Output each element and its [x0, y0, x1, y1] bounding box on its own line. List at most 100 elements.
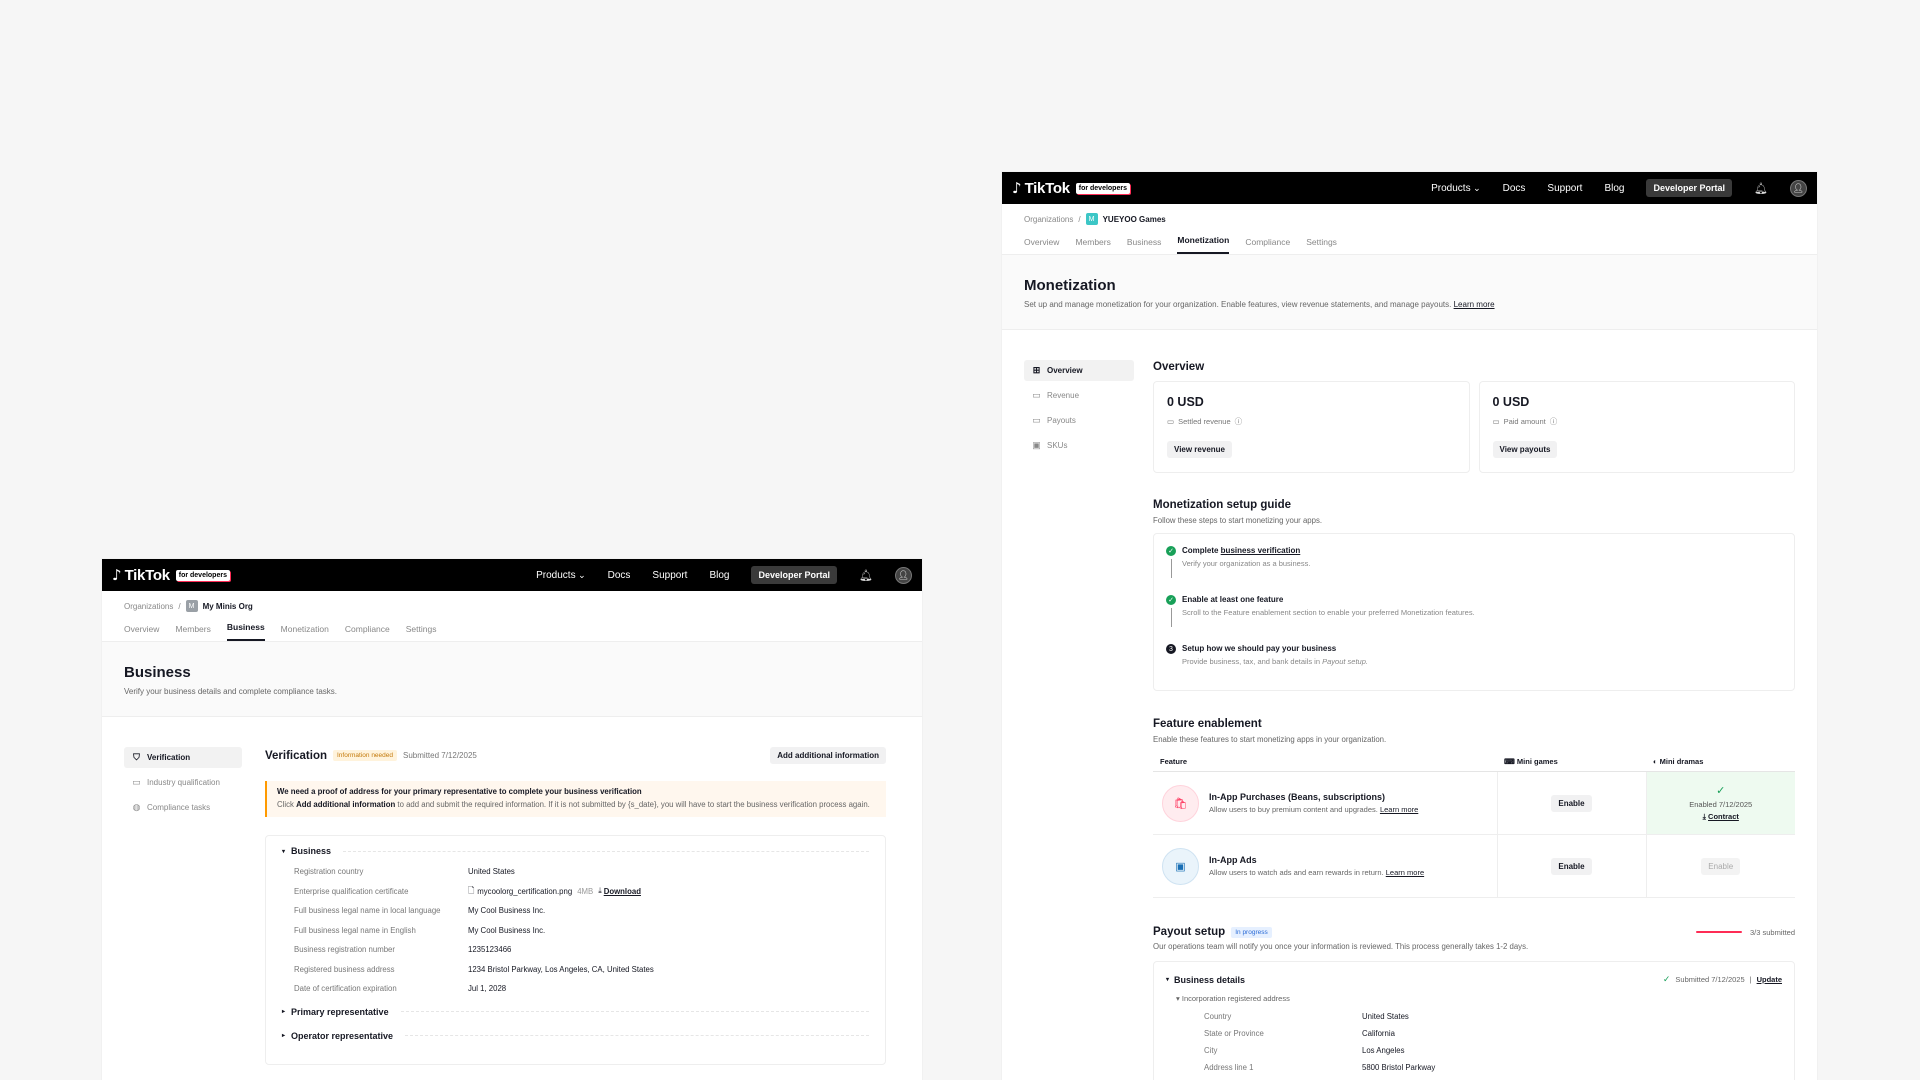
table-row: 🛍︎ In-App Purchases (Beans, subscriptions…	[1153, 771, 1795, 835]
developer-portal-button[interactable]: Developer Portal	[751, 566, 837, 584]
detail-value: United States	[468, 867, 515, 877]
breadcrumb-organizations[interactable]: Organizations	[1024, 215, 1073, 224]
nav-docs[interactable]: Docs	[1503, 183, 1526, 194]
tab-overview[interactable]: Overview	[124, 624, 159, 641]
nav-blog[interactable]: Blog	[709, 570, 729, 581]
download-link[interactable]: Download	[604, 887, 641, 896]
section-operator-representative[interactable]: ▸ Operator representative	[282, 1031, 869, 1041]
tab-members[interactable]: Members	[1075, 237, 1110, 254]
ad-icon: ▣	[1162, 847, 1199, 885]
enable-button[interactable]: Enable	[1551, 794, 1592, 812]
tiktok-logo[interactable]: ♪ TikTok for developers	[112, 566, 230, 584]
nav-support[interactable]: Support	[652, 570, 687, 581]
logo-word: TikTok	[124, 566, 170, 584]
payout-setup-ref: Payout setup.	[1322, 657, 1368, 666]
page-title: Monetization	[1024, 277, 1116, 294]
bell-icon[interactable]: 🔔︎	[1754, 181, 1768, 195]
detail-value: My Cool Business Inc.	[468, 925, 546, 935]
sidebar-item-skus[interactable]: ▣ SKUs	[1024, 435, 1134, 456]
info-icon[interactable]: ⓘ	[1550, 416, 1558, 427]
nav-products[interactable]: Products	[1431, 183, 1481, 194]
file-size: 4MB	[577, 886, 594, 896]
card-label: ▭ Paid amount ⓘ	[1493, 416, 1782, 427]
detail-value: 1235123466	[468, 945, 512, 955]
business-window: ♪ TikTok for developers Products Docs Su…	[102, 559, 922, 1080]
tab-business[interactable]: Business	[1127, 237, 1162, 254]
overview-title: Overview	[1153, 361, 1205, 373]
tab-settings[interactable]: Settings	[1306, 237, 1337, 254]
detail-row: City Los Angeles	[1166, 1042, 1782, 1059]
check-circle-icon: ✓	[1716, 785, 1726, 797]
tiktok-logo[interactable]: ♪ TikTok for developers	[1012, 179, 1130, 197]
developer-portal-button[interactable]: Developer Portal	[1646, 179, 1732, 197]
org-avatar: M	[185, 600, 198, 612]
tab-overview[interactable]: Overview	[1024, 237, 1059, 254]
sidebar-item-label: Revenue	[1047, 391, 1080, 400]
view-revenue-button[interactable]: View revenue	[1167, 441, 1232, 458]
update-link[interactable]: Update	[1757, 975, 1782, 984]
avatar[interactable]: 👤︎	[895, 566, 912, 584]
org-tabs: Overview Members Business Monetization C…	[1002, 230, 1817, 255]
sidebar-item-label: Verification	[147, 753, 191, 762]
learn-more-link[interactable]: Learn more	[1454, 300, 1495, 309]
nav-products[interactable]: Products	[536, 570, 586, 581]
tab-compliance[interactable]: Compliance	[345, 624, 390, 641]
detail-row: Full business legal name in local langua…	[282, 901, 869, 921]
step-desc-text: Provide business, tax, and bank details …	[1182, 657, 1323, 666]
tab-compliance[interactable]: Compliance	[1245, 237, 1290, 254]
nav-support[interactable]: Support	[1547, 183, 1582, 194]
learn-more-link[interactable]: Learn more	[1380, 805, 1418, 814]
sidebar-item-verification[interactable]: ⛉ Verification	[124, 747, 242, 768]
section-title: Primary representative	[291, 1006, 389, 1017]
step-connector	[1170, 608, 1172, 627]
detail-value: 5800 Bristol Parkway	[1362, 1063, 1436, 1072]
detail-row: State or Province California	[1166, 1025, 1782, 1042]
avatar[interactable]: 👤︎	[1790, 179, 1807, 197]
section-business[interactable]: ▾ Business	[282, 846, 869, 856]
section-primary-representative[interactable]: ▸ Primary representative	[282, 1007, 869, 1017]
nav-docs[interactable]: Docs	[608, 570, 631, 581]
sidebar-item-overview[interactable]: ⊞ Overview	[1024, 360, 1134, 381]
tiktok-note-icon: ♪	[1012, 179, 1022, 197]
page-subtitle: Verify your business details and complet…	[124, 687, 337, 696]
monetization-window: ♪ TikTok for developers Products Docs Su…	[1002, 172, 1817, 1080]
info-icon[interactable]: ⓘ	[1235, 416, 1243, 427]
sidebar-item-compliance-tasks[interactable]: ◍ Compliance tasks	[124, 797, 242, 818]
caret-right-icon: ▸	[282, 1009, 286, 1015]
sidebar-item-payouts[interactable]: ▭ Payouts	[1024, 410, 1134, 431]
tab-monetization[interactable]: Monetization	[281, 624, 329, 641]
learn-more-link[interactable]: Learn more	[1386, 868, 1424, 877]
add-additional-info-button[interactable]: Add additional information	[770, 747, 886, 764]
business-details-box: ▾ Business Registration country United Sta…	[265, 835, 886, 1065]
enable-button[interactable]: Enable	[1551, 857, 1592, 875]
view-payouts-button[interactable]: View payouts	[1492, 441, 1558, 458]
gamepad-icon: ⌨︎	[1504, 757, 1517, 766]
tab-business[interactable]: Business	[226, 622, 265, 641]
sidebar-item-industry-qualification[interactable]: ▭ Industry qualification	[124, 772, 242, 793]
sidebar-item-revenue[interactable]: ▭ Revenue	[1024, 385, 1134, 406]
col-label: Mini dramas	[1659, 757, 1704, 766]
address-subsection[interactable]: ▾ Incorporation registered address	[1176, 994, 1782, 1003]
business-verification-link[interactable]: business verification	[1221, 546, 1301, 555]
breadcrumb-organizations[interactable]: Organizations	[124, 602, 173, 611]
breadcrumb-org-name: YUEYOO Games	[1102, 214, 1166, 224]
tab-monetization[interactable]: Monetization	[1177, 235, 1230, 254]
detail-key: Full business legal name in local langua…	[294, 906, 441, 916]
breadcrumb-separator: /	[1078, 214, 1081, 224]
contract-link[interactable]: Contract	[1708, 812, 1739, 821]
enable-button-disabled: Enable	[1701, 857, 1741, 875]
detail-row: Registered business address 1234 Bristol …	[282, 960, 869, 980]
submitted-date: Submitted 7/12/2025	[1675, 975, 1745, 984]
tab-settings[interactable]: Settings	[406, 624, 437, 641]
feature-enablement-subtitle: Enable these features to start monetizin…	[1153, 735, 1387, 744]
file-name: mycoolorg_certification.png	[477, 886, 573, 896]
detail-row: Enterprise qualification certificate 🗋︎ my…	[282, 882, 869, 902]
nav-blog[interactable]: Blog	[1604, 183, 1624, 194]
table-row: ▣ In-App Ads Allow users to watch ads and …	[1153, 834, 1795, 898]
alert-text-pre: Click	[277, 799, 297, 809]
payouts-card: 0 USD ▭ Paid amount ⓘ View payouts	[1478, 381, 1795, 473]
tab-members[interactable]: Members	[175, 624, 210, 641]
business-details-header[interactable]: ▾ Business details ✓ Submitted 7/12/2025 | U…	[1166, 974, 1782, 985]
bell-icon[interactable]: 🔔︎	[859, 568, 873, 582]
enabled-cell: ✓ Enabled 7/12/2025 ⤓ Contract	[1645, 771, 1795, 835]
